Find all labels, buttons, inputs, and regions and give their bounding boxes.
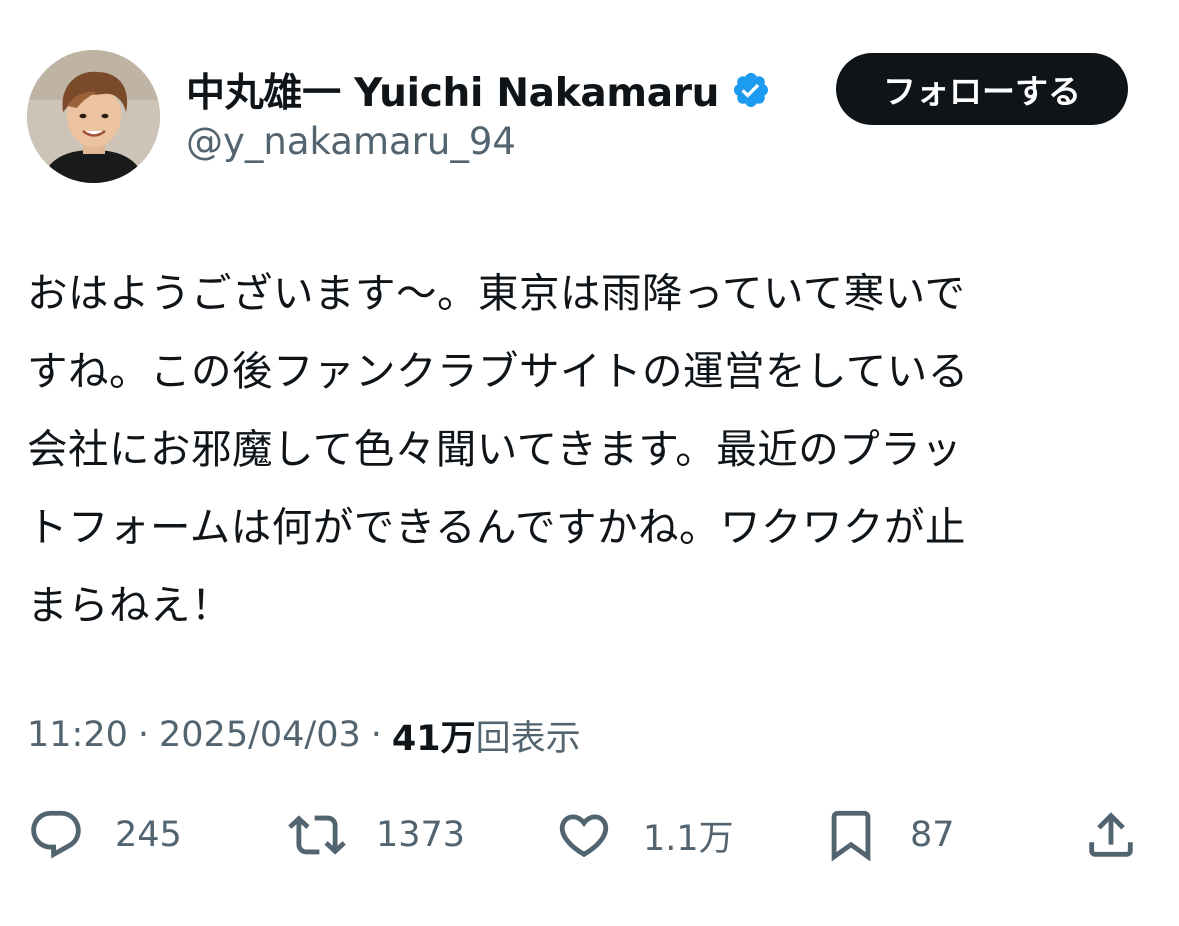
repost-button[interactable]: 1373 — [288, 800, 465, 870]
tweet-date[interactable]: 2025/04/03 — [159, 715, 361, 755]
tweet-text: おはようございます〜。東京は雨降っていて寒いで すね。この後ファンクラブサイトの… — [27, 254, 1137, 644]
bookmark-button[interactable]: 87 — [822, 800, 955, 870]
share-button[interactable] — [1082, 800, 1140, 870]
avatar[interactable] — [27, 50, 160, 183]
author-display-name[interactable]: 中丸雄一 Yuichi Nakamaru — [186, 62, 719, 118]
meta-separator: · — [137, 715, 150, 755]
repost-count: 1373 — [376, 815, 466, 855]
tweet-text-line: 会社にお邪魔して色々聞いてきます。最近のプラッ — [27, 425, 963, 473]
action-bar: 245 1373 1.1万 87 — [0, 800, 1179, 870]
author-name-row[interactable]: 中丸雄一 Yuichi Nakamaru — [186, 62, 771, 118]
tweet-text-line: まらねえ！ — [27, 581, 232, 629]
follow-button[interactable]: フォローする — [836, 53, 1128, 125]
reply-count: 245 — [115, 815, 182, 855]
views-label: 回表示 — [475, 718, 581, 759]
heart-icon[interactable] — [555, 806, 613, 864]
tweet-text-line: トフォームは何ができるんですかね。ワクワクが止 — [27, 503, 966, 551]
repost-icon[interactable] — [288, 806, 346, 864]
avatar-image — [27, 50, 160, 183]
reply-icon[interactable] — [27, 806, 85, 864]
like-count: 1.1万 — [643, 818, 734, 859]
views-count: 41万 — [391, 718, 476, 759]
author-handle[interactable]: @y_nakamaru_94 — [186, 120, 516, 163]
meta-separator: · — [370, 715, 382, 755]
tweet-meta: 11:20 · 2025/04/03 · 41万 回表示 — [27, 707, 581, 763]
tweet-time[interactable]: 11:20 — [27, 715, 128, 755]
tweet-text-line: すね。この後ファンクラブサイトの運営をしている — [27, 347, 969, 395]
share-icon[interactable] — [1082, 806, 1140, 864]
reply-button[interactable]: 245 — [27, 800, 182, 870]
tweet-card: 中丸雄一 Yuichi Nakamaru @y_nakamaru_94 フォロー… — [0, 0, 1179, 926]
bookmark-icon[interactable] — [822, 806, 880, 864]
bookmark-count: 87 — [910, 815, 955, 855]
like-button[interactable]: 1.1万 — [555, 800, 734, 870]
tweet-text-line: おはようございます〜。東京は雨降っていて寒いで — [27, 269, 966, 317]
verified-badge-icon[interactable] — [731, 70, 771, 110]
